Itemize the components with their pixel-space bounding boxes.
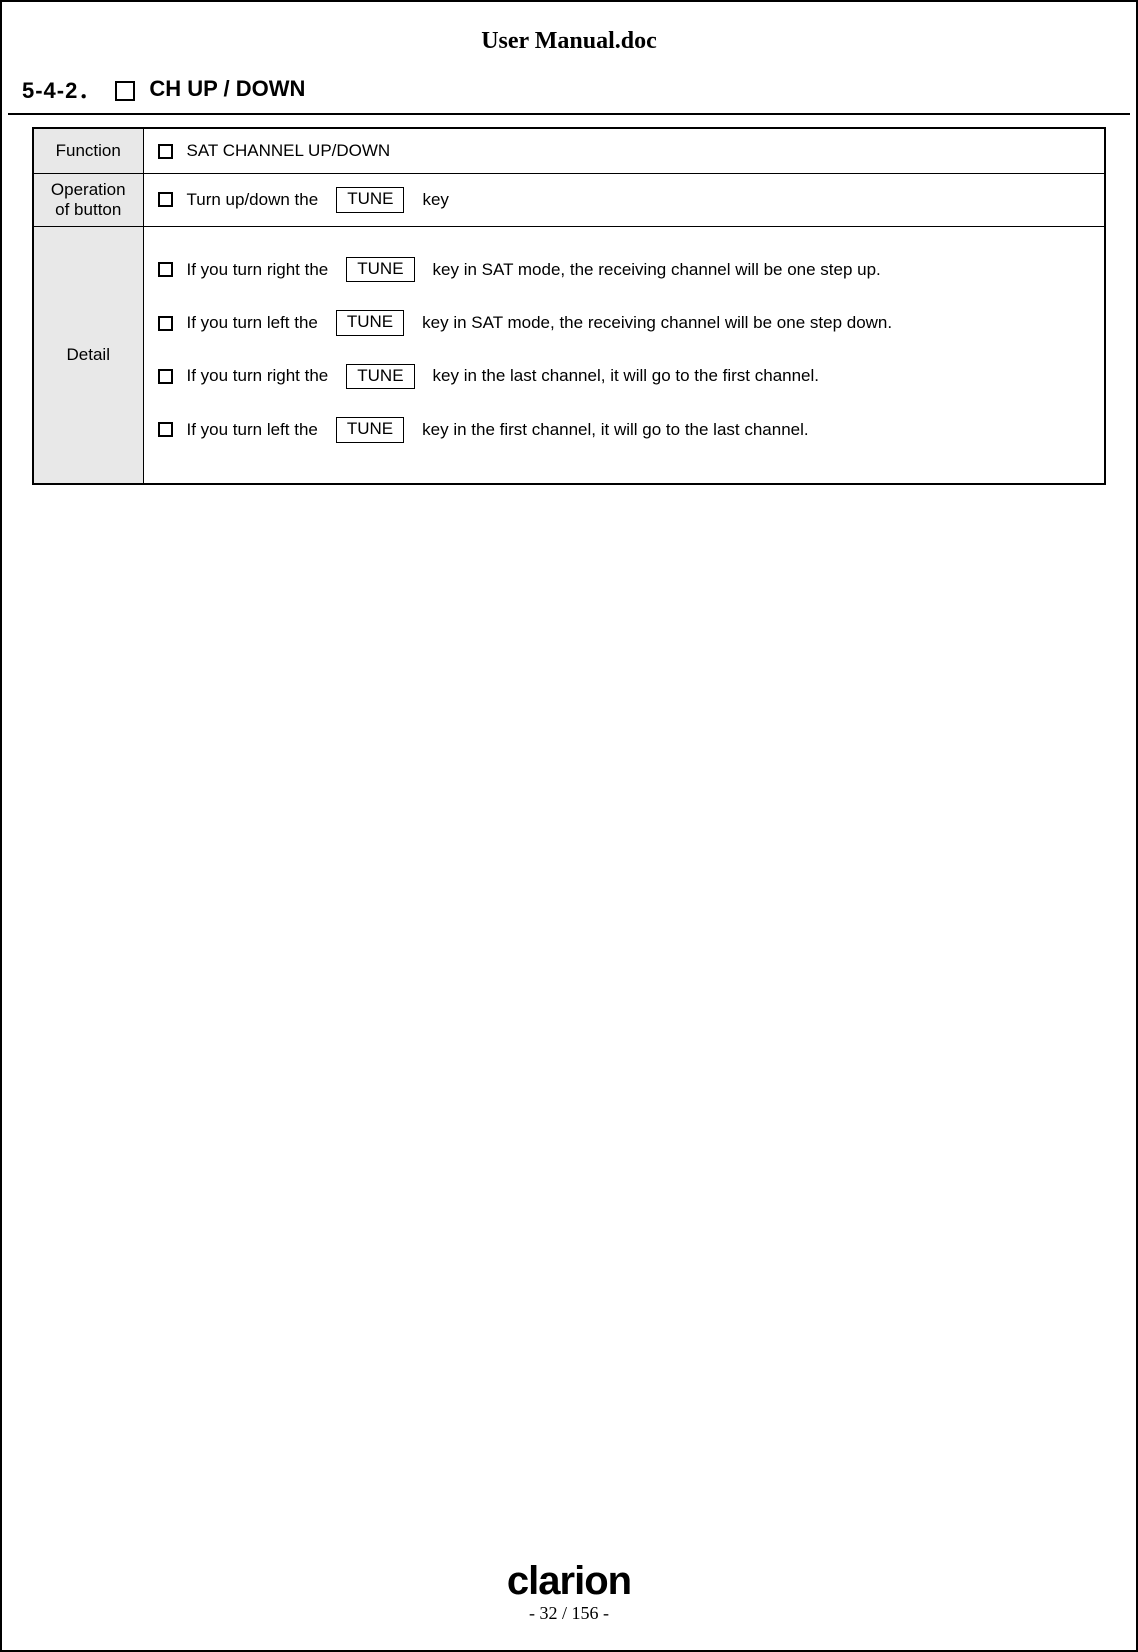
detail-post: key in SAT mode, the receiving channel w…	[422, 313, 892, 333]
checkbox-icon	[158, 369, 173, 384]
checkbox-icon	[158, 144, 173, 159]
checkbox-icon	[158, 422, 173, 437]
tune-keycap: TUNE	[336, 310, 404, 335]
table-row: Detail If you turn right the TUNE key in…	[33, 227, 1105, 484]
detail-cell: If you turn right the TUNE key in SAT mo…	[143, 227, 1105, 484]
brand-text: clarion	[507, 1561, 631, 1601]
detail-pre: If you turn left the	[187, 420, 318, 440]
checkbox-icon	[115, 81, 135, 101]
table-row: Function SAT CHANNEL UP/DOWN	[33, 128, 1105, 174]
spec-table-wrap: Function SAT CHANNEL UP/DOWN Operation o…	[2, 115, 1136, 485]
checkbox-icon	[158, 262, 173, 277]
operation-post: key	[422, 190, 448, 210]
function-text: SAT CHANNEL UP/DOWN	[187, 141, 391, 161]
doc-title: User Manual.doc	[2, 2, 1136, 73]
page-number: - 32 / 156 -	[2, 1603, 1136, 1624]
detail-item: If you turn right the TUNE key in SAT mo…	[154, 243, 1095, 296]
tune-keycap: TUNE	[346, 364, 414, 389]
operation-pre: Turn up/down the	[187, 190, 319, 210]
detail-post: key in the first channel, it will go to …	[422, 420, 808, 440]
operation-cell: Turn up/down the TUNE key	[143, 174, 1105, 227]
tune-keycap: TUNE	[346, 257, 414, 282]
brand-logo: clarion	[507, 1561, 631, 1601]
detail-post: key in SAT mode, the receiving channel w…	[433, 260, 881, 280]
detail-post: key in the last channel, it will go to t…	[433, 366, 819, 386]
table-row: Operation of button Turn up/down the TUN…	[33, 174, 1105, 227]
detail-pre: If you turn right the	[187, 260, 329, 280]
detail-item: If you turn left the TUNE key in the fir…	[154, 403, 1095, 456]
spec-table: Function SAT CHANNEL UP/DOWN Operation o…	[32, 127, 1106, 485]
page-footer: clarion - 32 / 156 -	[2, 1561, 1136, 1624]
row-label-operation: Operation of button	[33, 174, 143, 227]
detail-item: If you turn left the TUNE key in SAT mod…	[154, 296, 1095, 349]
tune-keycap: TUNE	[336, 417, 404, 442]
checkbox-icon	[158, 192, 173, 207]
detail-pre: If you turn left the	[187, 313, 318, 333]
function-cell: SAT CHANNEL UP/DOWN	[143, 128, 1105, 174]
section-title: CH UP / DOWN	[149, 76, 305, 102]
detail-pre: If you turn right the	[187, 366, 329, 386]
operation-label-line2: of button	[55, 200, 121, 219]
operation-label-line1: Operation	[51, 180, 126, 199]
section-heading: 5-4-2． CH UP / DOWN	[8, 73, 1130, 115]
function-line: SAT CHANNEL UP/DOWN	[154, 135, 1095, 167]
operation-line: Turn up/down the TUNE key	[154, 181, 1095, 218]
detail-item: If you turn right the TUNE key in the la…	[154, 350, 1095, 403]
tune-keycap: TUNE	[336, 187, 404, 212]
detail-block: If you turn right the TUNE key in SAT mo…	[154, 233, 1095, 477]
section-number: 5-4-2．	[22, 73, 101, 105]
row-label-detail: Detail	[33, 227, 143, 484]
row-label-function: Function	[33, 128, 143, 174]
page-frame: User Manual.doc 5-4-2． CH UP / DOWN Func…	[0, 0, 1138, 1652]
checkbox-icon	[158, 316, 173, 331]
